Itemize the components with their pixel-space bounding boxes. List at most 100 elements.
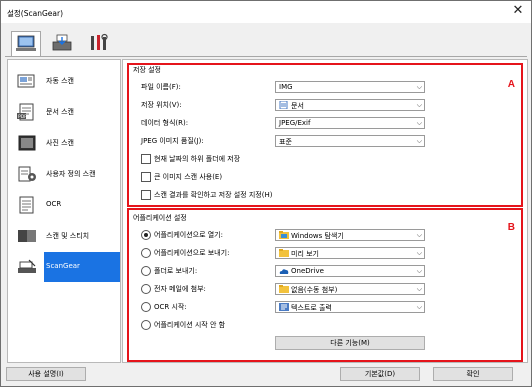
folder-icon xyxy=(279,249,289,257)
chevron-down-icon: ⌵ xyxy=(416,119,422,127)
tab-scan-from-device[interactable] xyxy=(48,31,76,55)
start-ocr-radio[interactable] xyxy=(141,302,151,312)
chevron-down-icon: ⌵ xyxy=(416,267,422,275)
no-app-label: 어플리케이션 시작 안 함 xyxy=(154,321,226,329)
tab-scan-from-computer[interactable] xyxy=(11,31,41,57)
mail-icon xyxy=(279,285,289,293)
no-app-radio[interactable] xyxy=(141,320,151,330)
sidebar-item-label: 스캔 및 스티치 xyxy=(46,232,90,240)
file-name-combo[interactable]: IMG ⌵ xyxy=(275,81,425,93)
date-subfolder-label: 현재 날짜의 하위 폴더에 저장 xyxy=(154,155,241,163)
scan-type-sidebar: 자동 스캔 PDF 문서 스캔 사진 스캔 사용자 정의 스캔 OCR 스캔 및… xyxy=(7,59,121,363)
explorer-icon xyxy=(279,231,289,239)
scan-stitch-icon xyxy=(18,230,36,242)
sidebar-item-ocr[interactable]: OCR xyxy=(8,190,120,220)
sidebar-item-auto-scan[interactable]: 자동 스캔 xyxy=(8,66,120,96)
custom-scan-icon xyxy=(18,166,36,182)
sidebar-item-label: 사진 스캔 xyxy=(46,139,74,147)
save-settings-section: 저장 설정 A 파일 이름(F): IMG ⌵ 저장 위치(V): 문서 ⌵ 데… xyxy=(127,63,523,207)
send-to-app-radio[interactable] xyxy=(141,248,151,258)
svg-text:PDF: PDF xyxy=(18,114,27,120)
open-with-app-radio[interactable] xyxy=(141,230,151,240)
data-format-value: JPEG/Exif xyxy=(279,119,311,127)
scan-computer-icon xyxy=(16,35,36,51)
sidebar-item-label: OCR xyxy=(46,200,62,208)
open-with-app-label: 어플리케이션으로 열기: xyxy=(154,231,223,239)
chevron-down-icon: ⌵ xyxy=(416,137,422,145)
window-title: 설정(ScanGear) xyxy=(7,9,63,18)
save-in-label: 저장 위치(V): xyxy=(141,101,182,109)
sidebar-item-label: ScanGear xyxy=(46,262,80,270)
chevron-down-icon: ⌵ xyxy=(416,231,422,239)
more-functions-button[interactable]: 다른 기능(M) xyxy=(275,336,425,350)
text-icon xyxy=(279,303,289,311)
sidebar-item-scan-stitch[interactable]: 스캔 및 스티치 xyxy=(8,221,120,251)
attach-email-combo[interactable]: 없음(수동 첨부) ⌵ xyxy=(275,283,425,295)
file-name-label: 파일 이름(F): xyxy=(141,83,181,91)
start-ocr-value: 텍스트로 출력 xyxy=(291,304,332,312)
attach-email-value: 없음(수동 첨부) xyxy=(291,286,338,294)
auto-scan-icon xyxy=(17,74,35,88)
save-in-combo[interactable]: 문서 ⌵ xyxy=(275,99,425,111)
sidebar-item-scangear[interactable]: ScanGear xyxy=(8,252,120,282)
tab-general-settings[interactable] xyxy=(85,31,113,55)
ocr-icon xyxy=(19,196,34,214)
save-in-value: 문서 xyxy=(291,102,304,110)
check-results-checkbox[interactable] xyxy=(141,190,151,200)
data-format-combo[interactable]: JPEG/Exif ⌵ xyxy=(275,117,425,129)
sidebar-item-label: 사용자 정의 스캔 xyxy=(46,170,96,178)
sidebar-item-custom-scan[interactable]: 사용자 정의 스캔 xyxy=(8,159,120,189)
settings-panel: 저장 설정 A 파일 이름(F): IMG ⌵ 저장 위치(V): 문서 ⌵ 데… xyxy=(122,59,528,363)
send-to-app-value: 미리 보기 xyxy=(291,250,319,258)
large-image-label: 큰 이미지 스캔 사용(E) xyxy=(154,173,223,181)
attach-email-radio[interactable] xyxy=(141,284,151,294)
scangear-icon xyxy=(18,259,36,273)
data-format-label: 데이터 형식(R): xyxy=(141,119,189,127)
start-ocr-label: OCR 시작: xyxy=(154,303,187,311)
documents-folder-icon xyxy=(279,101,288,109)
defaults-button[interactable]: 기본값(D) xyxy=(340,367,420,381)
send-to-folder-combo[interactable]: OneDrive ⌵ xyxy=(275,265,425,277)
instructions-button[interactable]: 사용 설명(I) xyxy=(6,367,86,381)
section-marker-a: A xyxy=(507,79,515,90)
sidebar-item-label: 문서 스캔 xyxy=(46,108,74,116)
sidebar-item-document-scan[interactable]: PDF 문서 스캔 xyxy=(8,97,120,127)
chevron-down-icon: ⌵ xyxy=(416,303,422,311)
chevron-down-icon: ⌵ xyxy=(416,249,422,257)
open-with-app-value: Windows 탐색기 xyxy=(291,232,344,240)
sidebar-item-photo-scan[interactable]: 사진 스캔 xyxy=(8,128,120,158)
document-scan-icon: PDF xyxy=(17,103,34,121)
send-to-folder-value: OneDrive xyxy=(291,267,324,275)
jpeg-quality-combo[interactable]: 표준 ⌵ xyxy=(275,135,425,147)
title-bar: 설정(ScanGear) ✕ xyxy=(1,1,531,23)
attach-email-label: 전자 메일에 첨부: xyxy=(154,285,206,293)
start-ocr-combo[interactable]: 텍스트로 출력 ⌵ xyxy=(275,301,425,313)
file-name-value: IMG xyxy=(279,83,293,91)
application-settings-heading: 어플리케이션 설정 xyxy=(133,214,187,222)
ok-button[interactable]: 확인 xyxy=(433,367,513,381)
chevron-down-icon: ⌵ xyxy=(416,285,422,293)
chevron-down-icon: ⌵ xyxy=(416,83,422,91)
photo-scan-icon xyxy=(18,135,36,151)
section-marker-b: B xyxy=(507,222,515,233)
send-to-folder-label: 폴더로 보내기: xyxy=(154,267,198,275)
large-image-checkbox[interactable] xyxy=(141,172,151,182)
jpeg-quality-value: 표준 xyxy=(279,138,292,146)
application-settings-section: 어플리케이션 설정 B 어플리케이션으로 열기: Windows 탐색기 ⌵ 어… xyxy=(127,208,523,362)
onedrive-icon xyxy=(279,269,289,274)
close-icon[interactable]: ✕ xyxy=(511,4,525,18)
scan-device-icon xyxy=(52,34,72,51)
jpeg-quality-label: JPEG 이미지 품질(J): xyxy=(141,137,204,145)
tools-icon xyxy=(91,33,108,50)
send-to-folder-radio[interactable] xyxy=(141,266,151,276)
tab-divider xyxy=(5,56,527,57)
chevron-down-icon: ⌵ xyxy=(416,101,422,109)
open-with-app-combo[interactable]: Windows 탐색기 ⌵ xyxy=(275,229,425,241)
send-to-app-label: 어플리케이션으로 보내기: xyxy=(154,249,230,257)
settings-window: 설정(ScanGear) ✕ 자동 스캔 PDF 문서 스캔 사진 스캔 사용자… xyxy=(0,0,532,387)
check-results-label: 스캔 결과를 확인하고 저장 설정 지정(H) xyxy=(154,191,273,199)
send-to-app-combo[interactable]: 미리 보기 ⌵ xyxy=(275,247,425,259)
date-subfolder-checkbox[interactable] xyxy=(141,154,151,164)
save-settings-heading: 저장 설정 xyxy=(133,66,161,74)
sidebar-item-label: 자동 스캔 xyxy=(46,77,74,85)
